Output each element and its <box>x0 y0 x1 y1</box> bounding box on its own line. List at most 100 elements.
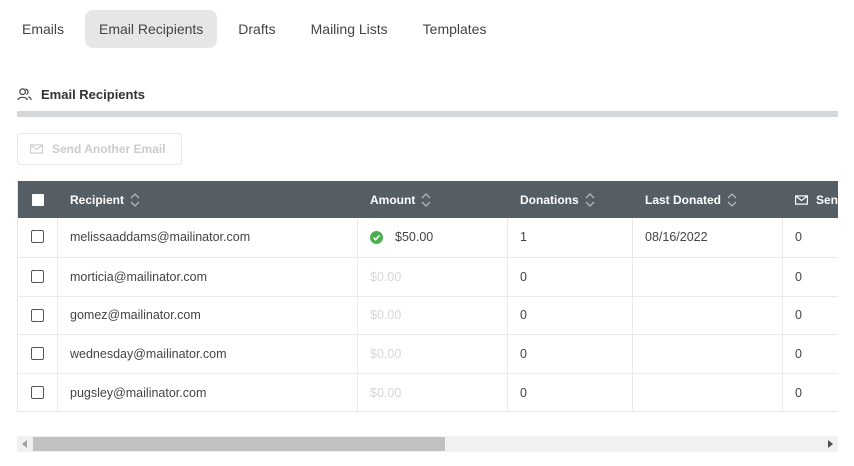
row-checkbox-cell <box>18 257 58 296</box>
amount-value: $0.00 <box>370 308 402 323</box>
send-button-label: Send Another Email <box>52 142 166 156</box>
sent-cell: 0 <box>783 374 838 411</box>
amount-cell: $0.00 <box>358 296 508 335</box>
donations-value: 0 <box>520 347 527 362</box>
last-donated-cell <box>633 257 783 296</box>
sent-cell: 0 <box>783 335 838 373</box>
table-row[interactable]: gomez@mailinator.com $0.00 0 0 <box>18 295 838 335</box>
last-donated-cell <box>633 374 783 411</box>
row-checkbox[interactable] <box>31 269 44 283</box>
column-last-donated-label: Last Donated <box>645 192 722 207</box>
table-row[interactable]: pugsley@mailinator.com $0.00 0 0 <box>18 373 838 411</box>
row-checkbox[interactable] <box>31 347 44 361</box>
amount-value: $50.00 <box>395 230 434 245</box>
column-amount[interactable]: Amount <box>358 181 508 218</box>
donations-cell: 0 <box>508 374 633 411</box>
sent-cell: 0 <box>783 258 838 296</box>
sort-icon <box>130 192 140 207</box>
table-row[interactable]: wednesday@mailinator.com $0.00 0 0 <box>18 334 838 374</box>
envelope-icon <box>30 144 43 154</box>
donations-value: 0 <box>520 269 527 284</box>
donations-cell: 0 <box>508 335 633 374</box>
sent-value: 0 <box>795 230 802 245</box>
sort-icon <box>727 192 737 207</box>
tab-templates[interactable]: Templates <box>409 10 501 48</box>
sent-cell: 0 <box>783 218 838 257</box>
table-body: melissaaddams@mailinator.com $50.00 1 08/16… <box>18 218 838 411</box>
envelope-icon <box>795 194 808 205</box>
row-checkbox-cell <box>18 296 58 335</box>
sent-value: 0 <box>795 347 802 362</box>
recipient-email: pugsley@mailinator.com <box>70 386 207 401</box>
donations-cell: 1 <box>508 218 633 257</box>
table-row[interactable]: morticia@mailinator.com $0.00 0 0 <box>18 256 838 296</box>
donations-value: 1 <box>520 230 527 245</box>
amount-cell: $50.00 <box>358 218 508 257</box>
sent-cell: 0 <box>783 297 838 335</box>
scroll-left-arrow-icon[interactable] <box>17 436 33 452</box>
row-checkbox-cell <box>18 335 58 374</box>
row-checkbox[interactable] <box>31 230 44 243</box>
sent-value: 0 <box>795 308 802 323</box>
tab-mailing-lists[interactable]: Mailing Lists <box>297 10 402 48</box>
column-sent[interactable]: Sent <box>783 181 838 218</box>
recipient-email: melissaaddams@mailinator.com <box>70 230 251 245</box>
column-amount-label: Amount <box>370 192 416 207</box>
column-donations-label: Donations <box>520 192 579 207</box>
check-circle-icon <box>370 230 383 244</box>
table-row[interactable]: melissaaddams@mailinator.com $50.00 1 08/16… <box>18 218 838 257</box>
recipient-cell: wednesday@mailinator.com <box>58 335 358 374</box>
sort-icon <box>421 192 431 207</box>
send-another-email-button[interactable]: Send Another Email <box>17 133 182 165</box>
amount-value: $0.00 <box>370 347 402 362</box>
table-header: Recipient Amount Donations Last Donated <box>18 181 838 218</box>
sent-value: 0 <box>795 269 802 284</box>
last-donated-cell <box>633 335 783 374</box>
donations-cell: 0 <box>508 257 633 296</box>
sent-value: 0 <box>795 386 802 401</box>
scrollbar-thumb[interactable] <box>33 437 445 451</box>
row-checkbox-cell <box>18 374 58 411</box>
recipient-email: wednesday@mailinator.com <box>70 347 227 362</box>
horizontal-scrollbar[interactable] <box>17 436 838 452</box>
header-checkbox-cell <box>18 181 58 218</box>
section-title: Email Recipients <box>41 87 146 102</box>
tab-email-recipients[interactable]: Email Recipients <box>85 10 218 48</box>
sort-icon <box>585 192 595 207</box>
recipients-table: Recipient Amount Donations Last Donated <box>17 181 838 412</box>
column-donations[interactable]: Donations <box>508 181 633 218</box>
amount-cell: $0.00 <box>358 374 508 411</box>
tab-drafts[interactable]: Drafts <box>224 10 289 48</box>
recipient-cell: pugsley@mailinator.com <box>58 374 358 411</box>
row-checkbox[interactable] <box>31 386 44 400</box>
donations-cell: 0 <box>508 296 633 335</box>
select-all-checkbox[interactable] <box>32 193 44 206</box>
column-recipient-label: Recipient <box>70 192 125 207</box>
donations-value: 0 <box>520 386 527 401</box>
row-checkbox[interactable] <box>31 308 44 322</box>
amount-cell: $0.00 <box>358 335 508 374</box>
recipient-email: morticia@mailinator.com <box>70 269 208 284</box>
tab-bar: Emails Email Recipients Drafts Mailing L… <box>8 10 507 48</box>
page: Emails Email Recipients Drafts Mailing L… <box>0 0 854 466</box>
last-donated-value: 08/16/2022 <box>645 230 708 245</box>
recipient-cell: melissaaddams@mailinator.com <box>58 218 358 257</box>
column-last-donated[interactable]: Last Donated <box>633 181 783 218</box>
section-header: Email Recipients <box>17 87 145 102</box>
amount-value: $0.00 <box>370 386 402 401</box>
recipient-cell: gomez@mailinator.com <box>58 296 358 335</box>
scroll-right-arrow-icon[interactable] <box>822 436 838 452</box>
users-icon <box>17 88 32 101</box>
section-divider <box>17 111 838 117</box>
last-donated-cell <box>633 296 783 335</box>
recipient-cell: morticia@mailinator.com <box>58 257 358 296</box>
column-recipient[interactable]: Recipient <box>58 181 358 218</box>
donations-value: 0 <box>520 308 527 323</box>
amount-cell: $0.00 <box>358 257 508 296</box>
tab-emails[interactable]: Emails <box>8 10 78 48</box>
row-checkbox-cell <box>18 218 58 257</box>
column-sent-label: Sent <box>816 192 838 207</box>
recipient-email: gomez@mailinator.com <box>70 308 201 323</box>
last-donated-cell: 08/16/2022 <box>633 218 783 257</box>
amount-value: $0.00 <box>370 269 402 284</box>
